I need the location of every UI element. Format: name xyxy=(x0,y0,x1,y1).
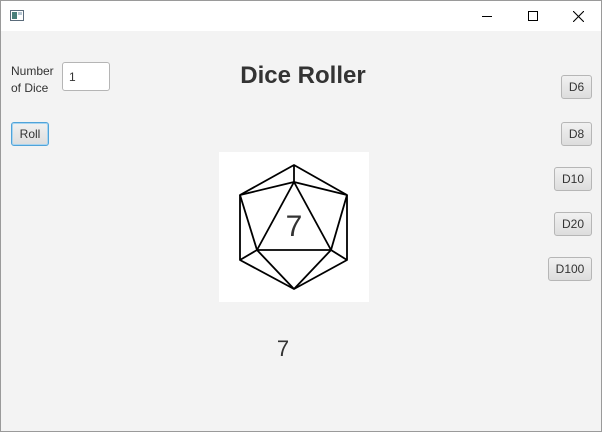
d6-button[interactable]: D6 xyxy=(561,75,592,99)
roll-result: 7 xyxy=(276,336,290,361)
number-label-line2: of Dice xyxy=(11,81,49,95)
roll-button[interactable]: Roll xyxy=(11,122,49,146)
number-of-dice-label: Number of Dice xyxy=(11,63,59,97)
page-title: Dice Roller xyxy=(240,62,366,89)
d10-button[interactable]: D10 xyxy=(554,167,592,191)
close-button[interactable] xyxy=(555,1,601,31)
number-label-line1: Number xyxy=(11,64,54,78)
close-icon xyxy=(572,10,584,22)
maximize-button[interactable] xyxy=(510,1,556,31)
die-face-value: 7 xyxy=(285,210,303,243)
d8-button[interactable]: D8 xyxy=(561,122,592,146)
title-bar xyxy=(1,1,601,31)
die-image: 7 xyxy=(219,152,369,302)
app-window: Number of Dice Roll Dice Roller xyxy=(0,0,602,432)
d100-button[interactable]: D100 xyxy=(548,257,592,281)
number-of-dice-input[interactable] xyxy=(62,62,110,91)
d20-button[interactable]: D20 xyxy=(554,212,592,236)
app-icon xyxy=(10,10,24,21)
minimize-icon xyxy=(482,16,492,17)
minimize-button[interactable] xyxy=(464,1,510,31)
maximize-icon xyxy=(528,11,538,21)
main-panel: Number of Dice Roll Dice Roller xyxy=(1,31,601,431)
